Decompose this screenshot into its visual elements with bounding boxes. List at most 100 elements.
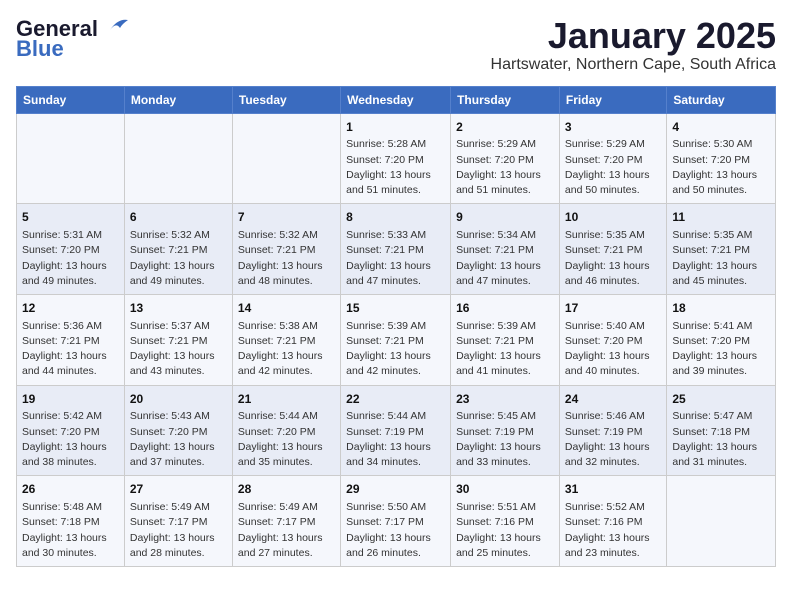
calendar-cell — [667, 476, 776, 567]
calendar-week-5: 26 Sunrise: 5:48 AM Sunset: 7:18 PM Dayli… — [17, 476, 776, 567]
day-number: 29 — [346, 481, 445, 498]
day-info: Sunrise: 5:32 AM Sunset: 7:21 PM Dayligh… — [130, 228, 227, 289]
day-info: Sunrise: 5:40 AM Sunset: 7:20 PM Dayligh… — [565, 319, 661, 380]
calendar-week-4: 19Sunrise: 5:42 AM Sunset: 7:20 PM Dayli… — [17, 385, 776, 476]
calendar-table: SundayMondayTuesdayWednesdayThursdayFrid… — [16, 86, 776, 567]
day-number: 18 — [672, 300, 770, 317]
day-number: 21 — [238, 391, 335, 408]
day-number: 24 — [565, 391, 661, 408]
weekday-header-thursday: Thursday — [451, 86, 560, 113]
day-number: 23 — [456, 391, 554, 408]
calendar-cell: 29 Sunrise: 5:50 AM Sunset: 7:17 PM Dayli… — [341, 476, 451, 567]
day-number: 27 — [130, 481, 227, 498]
day-info: Sunrise: 5:46 AM Sunset: 7:19 PM Dayligh… — [565, 409, 661, 470]
calendar-title-block: January 2025 Hartswater, Northern Cape, … — [491, 16, 776, 74]
calendar-cell: 27 Sunrise: 5:49 AM Sunset: 7:17 PM Dayli… — [124, 476, 232, 567]
day-info: Sunrise: 5:29 AM Sunset: 7:20 PM Dayligh… — [565, 137, 661, 198]
day-info: Sunrise: 5:44 AM Sunset: 7:20 PM Dayligh… — [238, 409, 335, 470]
weekday-header-tuesday: Tuesday — [232, 86, 340, 113]
calendar-cell: 25Sunrise: 5:47 AM Sunset: 7:18 PM Dayli… — [667, 385, 776, 476]
calendar-cell — [17, 113, 125, 204]
calendar-cell: 9 Sunrise: 5:34 AM Sunset: 7:21 PM Daylig… — [451, 204, 560, 295]
calendar-cell: 24Sunrise: 5:46 AM Sunset: 7:19 PM Dayli… — [559, 385, 666, 476]
weekday-header-saturday: Saturday — [667, 86, 776, 113]
calendar-cell: 6 Sunrise: 5:32 AM Sunset: 7:21 PM Daylig… — [124, 204, 232, 295]
calendar-week-2: 5Sunrise: 5:31 AM Sunset: 7:20 PM Daylig… — [17, 204, 776, 295]
day-info: Sunrise: 5:33 AM Sunset: 7:21 PM Dayligh… — [346, 228, 445, 289]
day-number: 28 — [238, 481, 335, 498]
day-number: 6 — [130, 209, 227, 226]
calendar-cell: 14 Sunrise: 5:38 AM Sunset: 7:21 PM Dayli… — [232, 294, 340, 385]
logo-bird-icon — [100, 16, 130, 36]
calendar-cell: 19Sunrise: 5:42 AM Sunset: 7:20 PM Dayli… — [17, 385, 125, 476]
day-number: 11 — [672, 209, 770, 226]
calendar-cell: 11Sunrise: 5:35 AM Sunset: 7:21 PM Dayli… — [667, 204, 776, 295]
day-number: 9 — [456, 209, 554, 226]
day-info: Sunrise: 5:45 AM Sunset: 7:19 PM Dayligh… — [456, 409, 554, 470]
calendar-cell: 15 Sunrise: 5:39 AM Sunset: 7:21 PM Dayli… — [341, 294, 451, 385]
day-info: Sunrise: 5:32 AM Sunset: 7:21 PM Dayligh… — [238, 228, 335, 289]
day-number: 14 — [238, 300, 335, 317]
day-info: Sunrise: 5:52 AM Sunset: 7:16 PM Dayligh… — [565, 500, 661, 561]
day-info: Sunrise: 5:42 AM Sunset: 7:20 PM Dayligh… — [22, 409, 119, 470]
day-number: 17 — [565, 300, 661, 317]
day-number: 16 — [456, 300, 554, 317]
day-info: Sunrise: 5:37 AM Sunset: 7:21 PM Dayligh… — [130, 319, 227, 380]
weekday-header-friday: Friday — [559, 86, 666, 113]
day-info: Sunrise: 5:29 AM Sunset: 7:20 PM Dayligh… — [456, 137, 554, 198]
calendar-cell: 3Sunrise: 5:29 AM Sunset: 7:20 PM Daylig… — [559, 113, 666, 204]
day-number: 19 — [22, 391, 119, 408]
day-info: Sunrise: 5:44 AM Sunset: 7:19 PM Dayligh… — [346, 409, 445, 470]
day-info: Sunrise: 5:49 AM Sunset: 7:17 PM Dayligh… — [130, 500, 227, 561]
day-number: 30 — [456, 481, 554, 498]
calendar-cell: 12 Sunrise: 5:36 AM Sunset: 7:21 PM Dayli… — [17, 294, 125, 385]
day-info: Sunrise: 5:34 AM Sunset: 7:21 PM Dayligh… — [456, 228, 554, 289]
day-number: 31 — [565, 481, 661, 498]
day-info: Sunrise: 5:28 AM Sunset: 7:20 PM Dayligh… — [346, 137, 445, 198]
calendar-cell: 31 Sunrise: 5:52 AM Sunset: 7:16 PM Dayli… — [559, 476, 666, 567]
logo: General Blue — [16, 16, 130, 62]
day-number: 15 — [346, 300, 445, 317]
day-number: 8 — [346, 209, 445, 226]
calendar-cell: 10Sunrise: 5:35 AM Sunset: 7:21 PM Dayli… — [559, 204, 666, 295]
day-number: 7 — [238, 209, 335, 226]
day-info: Sunrise: 5:41 AM Sunset: 7:20 PM Dayligh… — [672, 319, 770, 380]
calendar-cell: 22Sunrise: 5:44 AM Sunset: 7:19 PM Dayli… — [341, 385, 451, 476]
weekday-header-monday: Monday — [124, 86, 232, 113]
weekday-header-wednesday: Wednesday — [341, 86, 451, 113]
day-info: Sunrise: 5:39 AM Sunset: 7:21 PM Dayligh… — [456, 319, 554, 380]
weekday-header-sunday: Sunday — [17, 86, 125, 113]
day-number: 1 — [346, 119, 445, 136]
calendar-week-1: 1Sunrise: 5:28 AM Sunset: 7:20 PM Daylig… — [17, 113, 776, 204]
calendar-cell: 26 Sunrise: 5:48 AM Sunset: 7:18 PM Dayli… — [17, 476, 125, 567]
day-number: 12 — [22, 300, 119, 317]
logo-blue: Blue — [16, 36, 64, 62]
day-number: 13 — [130, 300, 227, 317]
calendar-week-3: 12 Sunrise: 5:36 AM Sunset: 7:21 PM Dayli… — [17, 294, 776, 385]
day-number: 5 — [22, 209, 119, 226]
day-info: Sunrise: 5:36 AM Sunset: 7:21 PM Dayligh… — [22, 319, 119, 380]
day-info: Sunrise: 5:35 AM Sunset: 7:21 PM Dayligh… — [565, 228, 661, 289]
day-info: Sunrise: 5:48 AM Sunset: 7:18 PM Dayligh… — [22, 500, 119, 561]
day-number: 26 — [22, 481, 119, 498]
calendar-cell — [232, 113, 340, 204]
day-info: Sunrise: 5:43 AM Sunset: 7:20 PM Dayligh… — [130, 409, 227, 470]
calendar-cell: 18 Sunrise: 5:41 AM Sunset: 7:20 PM Dayli… — [667, 294, 776, 385]
calendar-cell: 1Sunrise: 5:28 AM Sunset: 7:20 PM Daylig… — [341, 113, 451, 204]
calendar-cell: 20Sunrise: 5:43 AM Sunset: 7:20 PM Dayli… — [124, 385, 232, 476]
calendar-cell: 16 Sunrise: 5:39 AM Sunset: 7:21 PM Dayli… — [451, 294, 560, 385]
day-info: Sunrise: 5:51 AM Sunset: 7:16 PM Dayligh… — [456, 500, 554, 561]
weekday-header-row: SundayMondayTuesdayWednesdayThursdayFrid… — [17, 86, 776, 113]
day-number: 20 — [130, 391, 227, 408]
day-info: Sunrise: 5:39 AM Sunset: 7:21 PM Dayligh… — [346, 319, 445, 380]
page-header: General Blue January 2025 Hartswater, No… — [16, 16, 776, 74]
day-number: 4 — [672, 119, 770, 136]
day-number: 25 — [672, 391, 770, 408]
location-title: Hartswater, Northern Cape, South Africa — [491, 56, 776, 74]
day-info: Sunrise: 5:49 AM Sunset: 7:17 PM Dayligh… — [238, 500, 335, 561]
day-info: Sunrise: 5:38 AM Sunset: 7:21 PM Dayligh… — [238, 319, 335, 380]
calendar-cell: 5Sunrise: 5:31 AM Sunset: 7:20 PM Daylig… — [17, 204, 125, 295]
day-number: 22 — [346, 391, 445, 408]
day-info: Sunrise: 5:50 AM Sunset: 7:17 PM Dayligh… — [346, 500, 445, 561]
calendar-cell: 21Sunrise: 5:44 AM Sunset: 7:20 PM Dayli… — [232, 385, 340, 476]
